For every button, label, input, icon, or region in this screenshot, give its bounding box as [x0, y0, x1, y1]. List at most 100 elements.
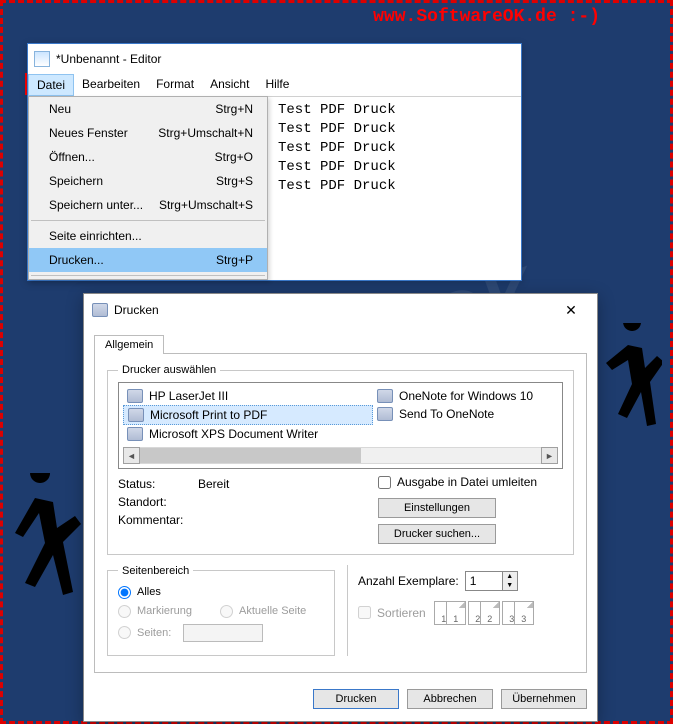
menu-item-save-as[interactable]: Speichern unter...Strg+Umschalt+S	[29, 193, 267, 217]
output-to-file-checkbox[interactable]: Ausgabe in Datei umleiten	[378, 475, 537, 489]
copies-spinner[interactable]: ▲▼	[465, 571, 518, 591]
silhouette-dancer-right	[592, 323, 662, 463]
menu-item-label: Drucken...	[49, 253, 104, 267]
menu-view[interactable]: Ansicht	[202, 74, 257, 96]
spin-down-button[interactable]: ▼	[502, 581, 517, 590]
checkbox-label: Sortieren	[377, 606, 426, 620]
printer-icon	[127, 427, 143, 441]
spin-up-button[interactable]: ▲	[502, 572, 517, 581]
printer-icon	[127, 389, 143, 403]
menu-item-shortcut: Strg+O	[215, 150, 253, 164]
menu-item-new-window[interactable]: Neues Fenster Strg+Umschalt+N	[29, 121, 267, 145]
menu-item-shortcut: Strg+Umschalt+N	[158, 126, 253, 140]
notepad-titlebar[interactable]: *Unbenannt - Editor	[28, 44, 521, 74]
notepad-window: *Unbenannt - Editor Datei Bearbeiten For…	[27, 43, 522, 281]
menu-item-page-setup[interactable]: Seite einrichten...	[29, 224, 267, 248]
range-pages-radio: Seiten:	[118, 621, 324, 645]
scroll-track[interactable]	[140, 447, 541, 464]
printer-select-group: Drucker auswählen HP LaserJet III Micros…	[107, 364, 574, 555]
menu-item-shortcut: Strg+P	[216, 253, 253, 267]
apply-button[interactable]: Übernehmen	[501, 689, 587, 709]
menu-item-label: Neu	[49, 102, 71, 116]
menu-item-label: Öffnen...	[49, 150, 95, 164]
printer-icon	[92, 303, 108, 317]
copies-label: Anzahl Exemplare:	[358, 574, 459, 588]
printer-select-legend: Drucker auswählen	[118, 364, 220, 376]
range-current-radio: Aktuelle Seite	[220, 602, 306, 621]
printer-icon	[128, 408, 144, 422]
radio-input[interactable]	[118, 586, 131, 599]
notepad-menubar: Datei Bearbeiten Format Ansicht Hilfe	[28, 74, 521, 97]
tab-general[interactable]: Allgemein	[94, 335, 164, 354]
location-label: Standort:	[118, 495, 198, 509]
collate-icon: 1 1 2 2 3 3	[434, 601, 534, 625]
menu-file[interactable]: Datei	[28, 74, 74, 96]
radio-input	[118, 605, 131, 618]
page-range-legend: Seitenbereich	[118, 565, 193, 577]
printer-label: Microsoft Print to PDF	[150, 408, 267, 422]
radio-input	[220, 605, 233, 618]
range-all-radio[interactable]: Alles	[118, 583, 324, 602]
range-selection-radio: Markierung	[118, 602, 192, 621]
cancel-button[interactable]: Abbrechen	[407, 689, 493, 709]
silhouette-dancer-left	[5, 473, 85, 633]
radio-input	[118, 626, 131, 639]
print-dialog-title: Drucken	[114, 303, 159, 317]
menu-item-save[interactable]: Speichern Strg+S	[29, 169, 267, 193]
printer-icon	[377, 389, 393, 403]
menu-separator	[31, 220, 265, 221]
comment-label: Kommentar:	[118, 513, 198, 527]
menu-item-shortcut: Strg+S	[216, 174, 253, 188]
status-value: Bereit	[198, 477, 229, 491]
page-icon: 1	[446, 601, 466, 625]
menu-help[interactable]: Hilfe	[257, 74, 297, 96]
printer-icon	[377, 407, 393, 421]
printer-list-scrollbar[interactable]: ◄ ►	[123, 447, 558, 464]
menu-item-open[interactable]: Öffnen... Strg+O	[29, 145, 267, 169]
overlay-top-url: www.SoftwareOK.de :-)	[373, 7, 600, 27]
notepad-text-area[interactable]: Test PDF Druck Test PDF Druck Test PDF D…	[268, 97, 521, 280]
radio-label: Alles	[137, 586, 161, 598]
menu-item-shortcut: Strg+N	[215, 102, 253, 116]
collate-checkbox: Sortieren	[358, 606, 426, 620]
menu-item-new[interactable]: Neu Strg+N	[29, 97, 267, 121]
menu-edit[interactable]: Bearbeiten	[74, 74, 148, 96]
menu-item-label: Neues Fenster	[49, 126, 128, 140]
print-dialog-titlebar[interactable]: Drucken ✕	[84, 294, 597, 326]
find-printer-button[interactable]: Drucker suchen...	[378, 524, 496, 544]
printer-item-onenote-win[interactable]: OneNote for Windows 10	[373, 387, 537, 405]
settings-button[interactable]: Einstellungen	[378, 498, 496, 518]
radio-label: Markierung	[137, 605, 192, 617]
printer-item-xps[interactable]: Microsoft XPS Document Writer	[123, 425, 373, 443]
scroll-left-button[interactable]: ◄	[123, 447, 140, 464]
printer-list: HP LaserJet III Microsoft Print to PDF M…	[118, 382, 563, 469]
printer-item-hp[interactable]: HP LaserJet III	[123, 387, 373, 405]
printer-label: Send To OneNote	[399, 407, 494, 421]
close-button[interactable]: ✕	[553, 298, 589, 322]
checkbox-input[interactable]	[378, 476, 391, 489]
scroll-right-button[interactable]: ►	[541, 447, 558, 464]
print-button[interactable]: Drucken	[313, 689, 399, 709]
menu-item-label: Speichern	[49, 174, 103, 188]
printer-item-pdf[interactable]: Microsoft Print to PDF	[123, 405, 373, 425]
printer-label: Microsoft XPS Document Writer	[149, 427, 318, 441]
checkbox-label: Ausgabe in Datei umleiten	[397, 475, 537, 489]
menu-separator	[31, 275, 265, 276]
page-icon: 2	[480, 601, 500, 625]
checkbox-input	[358, 606, 371, 619]
print-dialog: Drucken ✕ Allgemein Drucker auswählen HP…	[83, 293, 598, 722]
menu-format[interactable]: Format	[148, 74, 202, 96]
file-dropdown: Neu Strg+N Neues Fenster Strg+Umschalt+N Ö…	[28, 96, 268, 280]
radio-label: Seiten:	[137, 627, 171, 639]
page-range-group: Seitenbereich Alles Markierung Aktuelle …	[107, 565, 335, 656]
menu-item-label: Seite einrichten...	[49, 229, 142, 243]
printer-item-onenote-send[interactable]: Send To OneNote	[373, 405, 537, 423]
menu-item-shortcut: Strg+Umschalt+S	[159, 198, 253, 212]
status-label: Status:	[118, 477, 198, 491]
menu-item-print[interactable]: Drucken... Strg+P	[29, 248, 267, 272]
notepad-title-text: *Unbenannt - Editor	[56, 52, 161, 66]
copies-input[interactable]	[466, 572, 502, 590]
scroll-thumb[interactable]	[140, 448, 361, 463]
printer-label: HP LaserJet III	[149, 389, 228, 403]
notepad-icon	[34, 51, 50, 67]
